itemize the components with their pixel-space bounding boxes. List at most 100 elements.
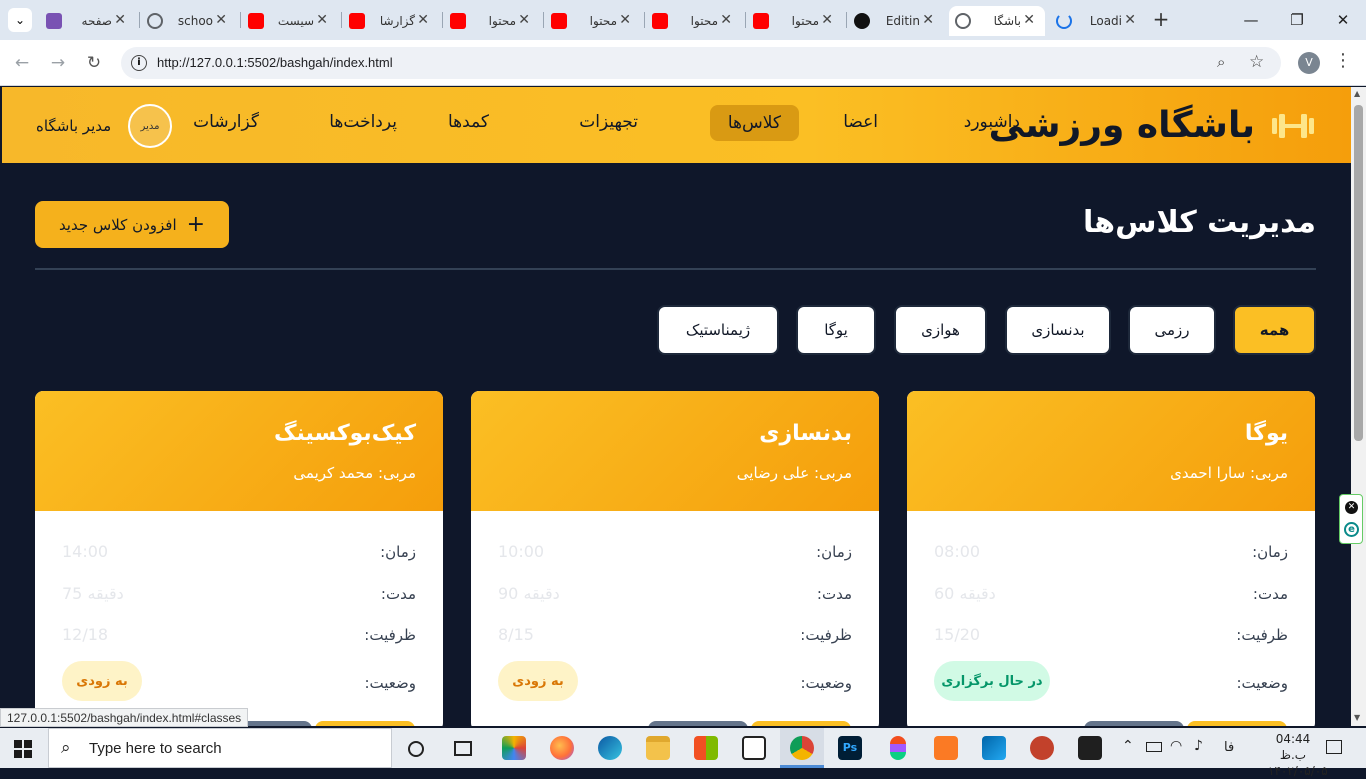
cortana-icon[interactable] <box>408 741 424 757</box>
volume-icon[interactable]: ♪ <box>1194 738 1203 754</box>
browser-menu-icon[interactable]: ⋮ <box>1334 50 1352 71</box>
browser-tab[interactable]: محتوا ✕ <box>747 6 843 36</box>
file-explorer-icon[interactable] <box>646 736 670 760</box>
close-tab-icon[interactable]: ✕ <box>417 12 429 28</box>
battery-icon[interactable] <box>1146 742 1162 752</box>
class-title: بدنسازی <box>759 421 852 446</box>
browser-tab[interactable]: محتوا ✕ <box>646 6 742 36</box>
close-circle-icon[interactable]: ✕ <box>1345 501 1358 514</box>
browser-tab[interactable]: محتوا ✕ <box>444 6 540 36</box>
card-secondary-button[interactable] <box>648 721 748 726</box>
store-icon[interactable] <box>694 736 718 760</box>
browser-tab[interactable]: Loadi ✕ <box>1050 6 1146 36</box>
photoshop-icon[interactable]: Ps <box>838 736 862 760</box>
close-tab-icon[interactable]: ✕ <box>720 12 732 28</box>
duration-value: 90 دقیقه <box>498 584 560 603</box>
new-tab-button[interactable]: + <box>1149 8 1173 32</box>
reload-button[interactable]: ↻ <box>81 50 107 76</box>
nav-link[interactable]: پرداخت‌ها <box>329 112 397 132</box>
language-indicator[interactable]: فا <box>1224 740 1234 755</box>
taskbar-search-box[interactable]: ⌕ Type here to search <box>48 728 392 768</box>
add-class-button[interactable]: + افزودن کلاس جدید <box>35 201 229 248</box>
forward-button[interactable]: → <box>45 50 71 76</box>
browser-tab[interactable]: Editin ✕ <box>848 6 944 36</box>
filter-button[interactable]: ژیمناستیک <box>657 305 779 355</box>
duration-value: 60 دقیقه <box>934 584 996 603</box>
windows-start-icon[interactable] <box>14 740 32 758</box>
browser-tab[interactable]: محتوا ✕ <box>545 6 641 36</box>
nav-link[interactable]: گزارشات <box>193 112 259 132</box>
notifications-icon[interactable] <box>1326 740 1342 754</box>
tab-search-button[interactable]: ⌄ <box>8 8 32 32</box>
nav-link[interactable]: کمدها <box>448 112 489 132</box>
filter-button[interactable]: یوگا <box>796 305 876 355</box>
link-status-bar: 127.0.0.1:5502/bashgah/index.html#classe… <box>0 708 249 727</box>
web-page: باشگاه ورزشی داشبورد اعضا کلاس‌ها تجهیزات کم… <box>2 87 1351 726</box>
scroll-down-arrow[interactable]: ▼ <box>1354 713 1360 722</box>
globe-icon <box>147 13 163 29</box>
close-tab-icon[interactable]: ✕ <box>518 12 530 28</box>
bookmark-star-icon[interactable]: ☆ <box>1249 52 1264 72</box>
nav-link[interactable]: اعضا <box>843 112 878 132</box>
tab-separator <box>745 12 746 28</box>
site-brand-title[interactable]: باشگاه ورزشی <box>989 105 1255 146</box>
filter-button[interactable]: رزمی <box>1128 305 1216 355</box>
wifi-icon[interactable]: ◠ <box>1170 738 1182 754</box>
close-tab-icon[interactable]: ✕ <box>114 12 126 28</box>
xampp-icon[interactable] <box>934 736 958 760</box>
firefox-icon[interactable] <box>550 736 574 760</box>
maximize-button[interactable]: ❐ <box>1274 0 1320 40</box>
profile-avatar[interactable]: V <box>1298 52 1320 74</box>
vscode-icon[interactable] <box>982 736 1006 760</box>
zoom-icon[interactable]: ⌕ <box>1217 53 1225 71</box>
scroll-up-arrow[interactable]: ▲ <box>1354 89 1360 98</box>
chrome-icon[interactable] <box>790 736 814 760</box>
task-view-icon[interactable] <box>454 741 472 756</box>
filter-button[interactable]: همه <box>1233 305 1316 355</box>
close-tab-icon[interactable]: ✕ <box>821 12 833 28</box>
browser-tab[interactable]: گزارشا ✕ <box>343 6 439 36</box>
card-primary-button[interactable] <box>315 721 415 726</box>
close-tab-icon[interactable]: ✕ <box>316 12 328 28</box>
close-tab-icon[interactable]: ✕ <box>1124 12 1136 28</box>
extension-widget[interactable]: ✕ e <box>1339 494 1363 544</box>
app-icon-1[interactable] <box>502 736 526 760</box>
tray-chevron-icon[interactable]: ⌃ <box>1122 738 1134 754</box>
scrollbar-thumb[interactable] <box>1354 105 1363 441</box>
filter-button[interactable]: هوازی <box>894 305 987 355</box>
site-info-icon[interactable]: i <box>131 55 147 71</box>
nav-link[interactable]: داشبورد <box>964 112 1020 132</box>
close-tab-icon[interactable]: ✕ <box>922 12 934 28</box>
card-primary-button[interactable] <box>751 721 851 726</box>
page-scrollbar[interactable]: ▲ ▼ <box>1351 87 1366 726</box>
tab-title: محتوا <box>791 14 819 28</box>
filter-button[interactable]: بدنسازی <box>1005 305 1111 355</box>
card-primary-button[interactable] <box>1187 721 1287 726</box>
nav-link[interactable]: تجهیزات <box>579 112 638 132</box>
close-tab-icon[interactable]: ✕ <box>619 12 631 28</box>
browser-tab[interactable]: سیست ✕ <box>242 6 338 36</box>
address-bar[interactable]: i http://127.0.0.1:5502/bashgah/index.ht… <box>121 47 1281 79</box>
postman-icon[interactable] <box>1030 736 1054 760</box>
back-button[interactable]: ← <box>9 50 35 76</box>
nav-link[interactable]: کلاس‌ها <box>709 105 799 141</box>
browser-tab[interactable]: schoo ✕ <box>141 6 237 36</box>
close-window-button[interactable]: ✕ <box>1320 0 1366 40</box>
close-tab-icon[interactable]: ✕ <box>1023 12 1035 28</box>
close-tab-icon[interactable]: ✕ <box>215 12 227 28</box>
admin-avatar[interactable]: مدیر <box>128 104 172 148</box>
tab-separator <box>442 12 443 28</box>
time-value: 08:00 <box>934 542 981 561</box>
github-icon <box>854 13 870 29</box>
class-coach: مربی: محمد کریمی <box>293 464 416 482</box>
minimize-button[interactable]: — <box>1228 0 1274 40</box>
taskbar-clock[interactable]: 04:44 ب.ظ ۱۴۰۲/۰۵/۰۵ <box>1268 731 1328 779</box>
app-icon-2[interactable] <box>1078 736 1102 760</box>
edge-icon[interactable] <box>598 736 622 760</box>
figma-icon[interactable] <box>890 736 906 760</box>
browser-tab[interactable]: باشگا ✕ <box>949 6 1045 36</box>
class-card: کیک‌بوکسینگ مربی: محمد کریمی زمان: 14:00 مدت… <box>35 391 443 726</box>
browser-tab[interactable]: صفحه ✕ <box>40 6 136 36</box>
card-secondary-button[interactable] <box>1084 721 1184 726</box>
mail-icon[interactable] <box>742 736 766 760</box>
